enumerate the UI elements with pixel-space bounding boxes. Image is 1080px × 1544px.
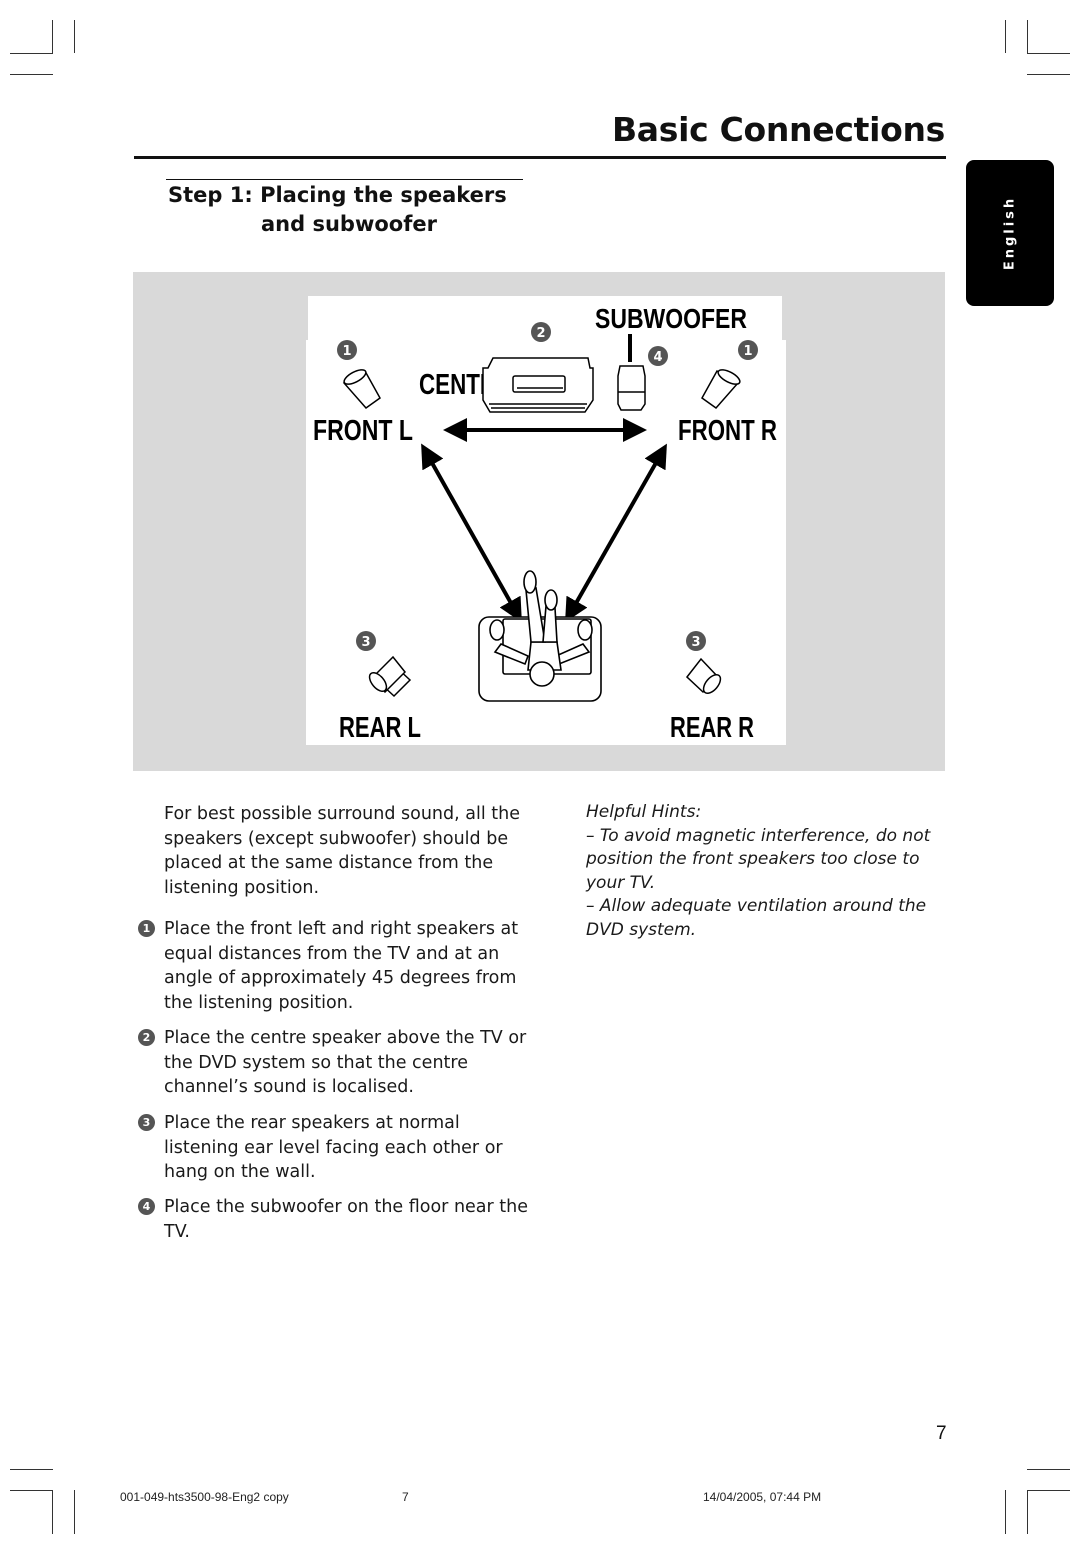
instruction-item: 4 Place the subwoofer on the floor near … — [138, 1195, 534, 1244]
svg-text:4: 4 — [653, 350, 662, 365]
hint-item: – To avoid magnetic interference, do not… — [586, 825, 931, 893]
diagram-svg: SUBWOOFER CENTER FRONT L FRONT R REAR L … — [306, 296, 786, 745]
step-divider — [166, 179, 523, 180]
footer-page: 7 — [402, 1490, 409, 1504]
helpful-hints: Helpful Hints: – To avoid magnetic inter… — [586, 801, 946, 943]
instruction-item: 3 Place the rear speakers at normal list… — [138, 1111, 534, 1185]
instruction-item: 1 Place the front left and right speaker… — [138, 917, 534, 1015]
instruction-text: Place the rear speakers at normal listen… — [164, 1113, 503, 1183]
svg-text:3: 3 — [691, 635, 700, 650]
marker-rear-r: 3 — [686, 631, 706, 651]
number-2-icon: 2 — [138, 1029, 155, 1046]
marker-center: 2 — [531, 322, 551, 342]
intro-paragraph: For best possible surround sound, all th… — [164, 804, 520, 898]
footer-filename: 001-049-hts3500-98-Eng2 copy — [120, 1490, 289, 1504]
instruction-item: 2 Place the centre speaker above the TV … — [138, 1026, 534, 1100]
instruction-text: Place the centre speaker above the TV or… — [164, 1028, 527, 1098]
instruction-text: Place the subwoofer on the floor near th… — [164, 1197, 528, 1242]
instruction-text: Place the front left and right speakers … — [164, 919, 519, 1013]
rear-l-label: REAR L — [339, 712, 421, 744]
language-tab-label: English — [1002, 195, 1018, 271]
speaker-placement-diagram: SUBWOOFER CENTER FRONT L FRONT R REAR L … — [133, 272, 945, 771]
number-3-icon: 3 — [138, 1114, 155, 1131]
title-divider — [134, 156, 946, 159]
front-r-label: FRONT R — [678, 415, 777, 447]
step-title-line2: and subwoofer — [261, 212, 437, 236]
footer-timestamp: 14/04/2005, 07:44 PM — [703, 1490, 822, 1504]
step-title-line1: Placing the speakers — [260, 183, 507, 207]
svg-text:1: 1 — [743, 344, 752, 359]
step-heading: Step 1: Placing the speakers and subwoof… — [168, 181, 507, 239]
page-title: Basic Connections — [611, 110, 945, 149]
language-tab: English — [966, 160, 1054, 306]
hint-item: – Allow adequate ventilation around the … — [586, 896, 927, 940]
svg-text:3: 3 — [361, 635, 370, 650]
svg-text:2: 2 — [536, 326, 545, 341]
number-1-icon: 1 — [138, 920, 155, 937]
marker-rear-l: 3 — [356, 631, 376, 651]
center-speaker-icon — [482, 357, 594, 413]
subwoofer-label: SUBWOOFER — [595, 303, 747, 334]
number-4-icon: 4 — [138, 1198, 155, 1215]
rear-r-label: REAR R — [670, 712, 754, 744]
marker-front-r: 1 — [738, 340, 758, 360]
marker-subwoofer: 4 — [648, 346, 668, 366]
hints-title: Helpful Hints: — [586, 802, 702, 822]
marker-front-l: 1 — [337, 340, 357, 360]
page-number: 7 — [936, 1423, 947, 1444]
svg-text:1: 1 — [342, 344, 351, 359]
front-l-label: FRONT L — [313, 415, 413, 447]
step-label: Step 1: — [168, 183, 253, 207]
